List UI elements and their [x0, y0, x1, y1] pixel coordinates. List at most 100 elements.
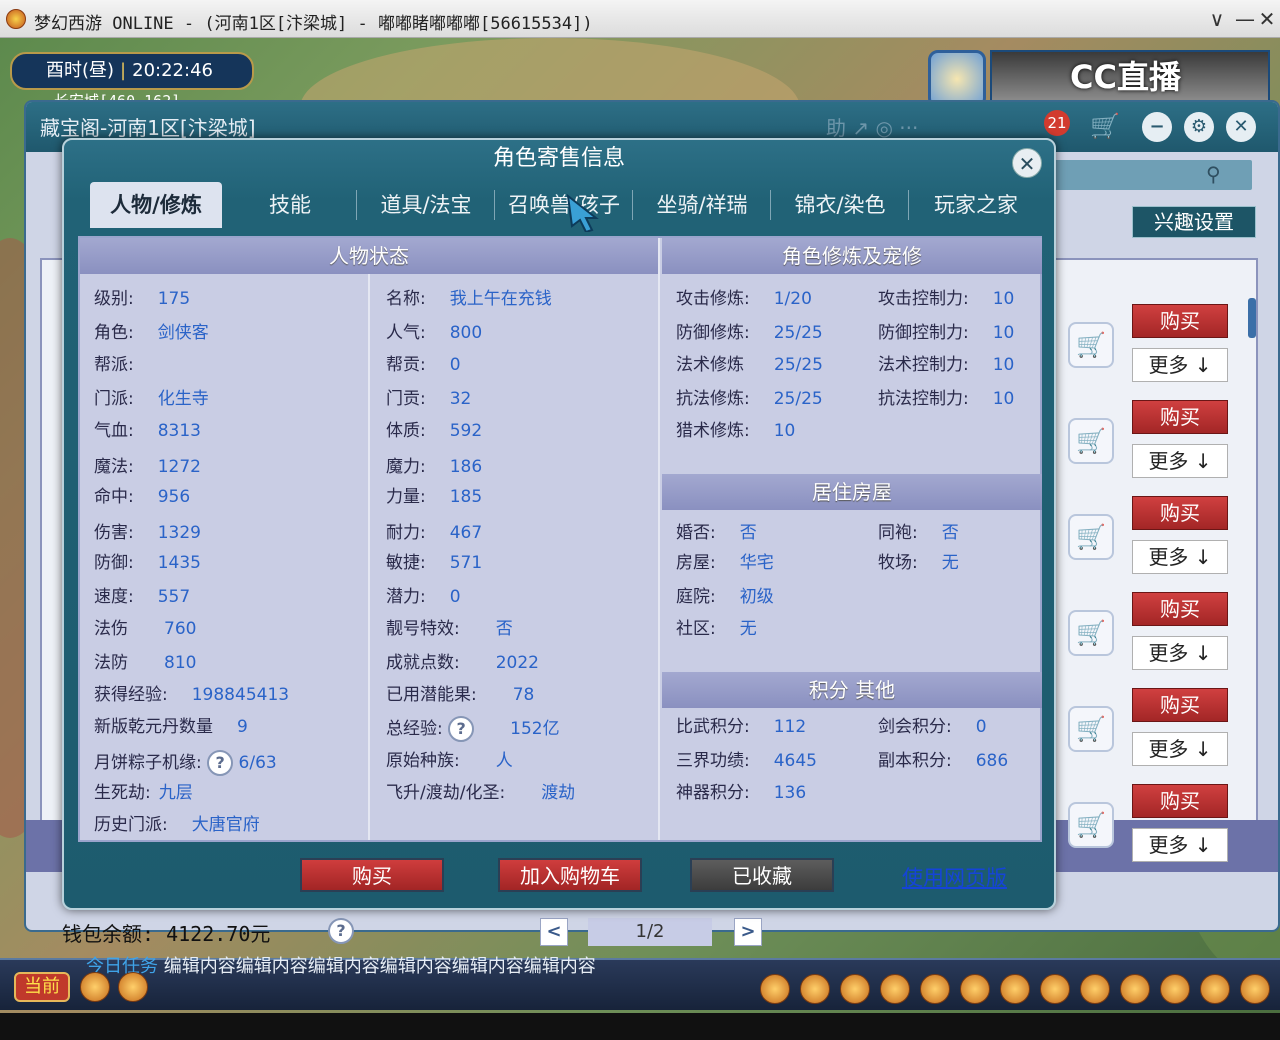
cart-icon[interactable]: 🛒: [1090, 112, 1120, 140]
row-cart-icon[interactable]: 🛒: [1068, 706, 1114, 752]
mooncake-help-icon[interactable]: ?: [207, 750, 234, 776]
cult-magic: 法术修炼 25/25: [676, 355, 823, 375]
section-status: 人物状态: [80, 238, 658, 274]
mic-icon[interactable]: [80, 972, 110, 1002]
stat-role: 角色: 剑侠客: [94, 323, 209, 343]
tab-skills[interactable]: 技能: [226, 182, 354, 228]
chat-bubble-icon[interactable]: [118, 972, 148, 1002]
shortcut-icon[interactable]: [920, 974, 950, 1004]
tab-items[interactable]: 道具/法宝: [358, 182, 494, 228]
web-version-link[interactable]: 使用网页版: [902, 862, 1007, 892]
row-more-button[interactable]: 更多 ↓: [1132, 444, 1228, 478]
points-dungeon: 副本积分: 686: [878, 751, 1009, 771]
close-window-button[interactable]: ✕: [1256, 7, 1278, 31]
shortcut-icon[interactable]: [1240, 974, 1270, 1004]
shortcut-icon[interactable]: [800, 974, 830, 1004]
stat-hp: 气血: 8313: [94, 421, 201, 441]
tab-outfits[interactable]: 锦衣/染色: [772, 182, 908, 228]
search-input[interactable]: ⚲: [1032, 160, 1252, 190]
tab-character[interactable]: 人物/修炼: [90, 182, 222, 228]
row-buy-button[interactable]: 购买: [1132, 592, 1228, 626]
shortcut-icon[interactable]: [760, 974, 790, 1004]
stat-speed: 速度: 557: [94, 587, 191, 607]
window-menu-button[interactable]: ∨: [1206, 7, 1228, 31]
total-exp-help-icon[interactable]: ?: [448, 716, 475, 742]
row-buy-button[interactable]: 购买: [1132, 688, 1228, 722]
chat-channel-button[interactable]: 当前: [14, 972, 70, 1002]
shortcut-icon[interactable]: [1080, 974, 1110, 1004]
row-cart-icon[interactable]: 🛒: [1068, 322, 1114, 368]
row-more-button[interactable]: 更多 ↓: [1132, 636, 1228, 670]
tab-home[interactable]: 玩家之家: [910, 182, 1042, 228]
add-to-cart-button[interactable]: 加入购物车: [498, 858, 642, 892]
clock-time: 20:22:46: [132, 60, 213, 81]
shortcut-icon[interactable]: [1040, 974, 1070, 1004]
shortcut-icon[interactable]: [1200, 974, 1230, 1004]
tab-divider: [494, 190, 495, 220]
tab-mounts[interactable]: 坐骑/祥瑞: [634, 182, 770, 228]
stat-magic-defense: 法防 810: [94, 653, 197, 673]
house-community: 社区: 无: [676, 619, 757, 639]
stat-school: 门派: 化生寺: [94, 389, 209, 409]
shortcut-icon[interactable]: [840, 974, 870, 1004]
wallet-help-icon[interactable]: ?: [328, 918, 354, 944]
house-married: 婚否: 否: [676, 523, 757, 543]
shortcut-icon[interactable]: [1000, 974, 1030, 1004]
row-more-button[interactable]: 更多 ↓: [1132, 540, 1228, 574]
stat-strength: 力量: 185: [386, 487, 483, 507]
shortcut-icon[interactable]: [1160, 974, 1190, 1004]
character-info-panel: 人物状态 角色修炼及宠修 居住房屋 积分 其他 级别: 175 角色: 剑侠客 帮派…: [78, 236, 1042, 842]
buy-button[interactable]: 购买: [300, 858, 444, 892]
row-more-button[interactable]: 更多 ↓: [1132, 732, 1228, 766]
cult-attack: 攻击修炼: 1/20: [676, 289, 812, 309]
app-icon: [6, 9, 26, 29]
modal-close-icon[interactable]: ✕: [1012, 148, 1042, 178]
prev-page-button[interactable]: <: [540, 918, 568, 946]
tab-divider: [356, 190, 357, 220]
favorited-button[interactable]: 已收藏: [690, 858, 834, 892]
row-buy-button[interactable]: 购买: [1132, 400, 1228, 434]
modal-tabs: 人物/修炼 技能 道具/法宝 召唤兽/孩子 坐骑/祥瑞 锦衣/染色 玩家之家: [86, 180, 1040, 228]
row-more-button[interactable]: 更多 ↓: [1132, 828, 1228, 862]
row-buy-button[interactable]: 购买: [1132, 496, 1228, 530]
search-icon[interactable]: ⚲: [1206, 162, 1221, 186]
task-text: 编辑内容编辑内容编辑内容编辑内容编辑内容编辑内容: [163, 956, 596, 977]
shortcut-icon[interactable]: [880, 974, 910, 1004]
stat-exp-gained: 获得经验: 198845413: [94, 685, 290, 705]
house-ranch: 牧场: 无: [878, 553, 959, 573]
close-icon[interactable]: ✕: [1226, 112, 1256, 142]
clock-period: 酉时(昼): [46, 60, 115, 81]
row-cart-icon[interactable]: 🛒: [1068, 418, 1114, 464]
shortcut-icon[interactable]: [1120, 974, 1150, 1004]
next-page-button[interactable]: >: [734, 918, 762, 946]
stat-popularity: 人气: 800: [386, 323, 483, 343]
shop-header-icons[interactable]: 助 ↗ ◎ ···: [826, 112, 918, 141]
gear-icon[interactable]: ⚙: [1184, 112, 1214, 142]
pet-cult-magic: 法术控制力: 10: [878, 355, 1015, 375]
row-cart-icon[interactable]: 🛒: [1068, 802, 1114, 848]
stat-endurance: 耐力: 467: [386, 523, 483, 543]
stat-mooncake: 月饼粽子机缘: ? 6/63: [94, 750, 277, 776]
minimize-button[interactable]: —: [1234, 7, 1256, 31]
window-titlebar: 梦幻西游 ONLINE - (河南1区[汴梁城] - 嘟嘟睹嘟嘟嘟[566155…: [0, 0, 1280, 38]
points-merit: 三界功绩: 4645: [676, 751, 817, 771]
row-buy-button[interactable]: 购买: [1132, 304, 1228, 338]
stat-vanity-effect: 靓号特效: 否: [386, 619, 513, 639]
cult-hunting: 猎术修炼: 10: [676, 421, 796, 441]
stat-defense: 防御: 1435: [94, 553, 201, 573]
row-cart-icon[interactable]: 🛒: [1068, 610, 1114, 656]
section-housing: 居住房屋: [662, 474, 1042, 510]
row-buy-button[interactable]: 购买: [1132, 784, 1228, 818]
minimize-icon[interactable]: −: [1142, 112, 1172, 142]
row-more-button[interactable]: 更多 ↓: [1132, 348, 1228, 382]
interest-settings-button[interactable]: 兴趣设置: [1132, 206, 1256, 238]
cult-defense: 防御修炼: 25/25: [676, 323, 823, 343]
stat-potential-fruit: 已用潜能果: 78: [386, 685, 535, 705]
cursor-icon: [566, 193, 599, 232]
stat-potential: 潜力: 0: [386, 587, 461, 607]
row-cart-icon[interactable]: 🛒: [1068, 514, 1114, 560]
points-pvp: 比武积分: 112: [676, 717, 807, 737]
stat-race: 原始种族: 人: [386, 751, 513, 771]
shortcut-icon[interactable]: [960, 974, 990, 1004]
list-scrollbar[interactable]: [1248, 298, 1256, 338]
